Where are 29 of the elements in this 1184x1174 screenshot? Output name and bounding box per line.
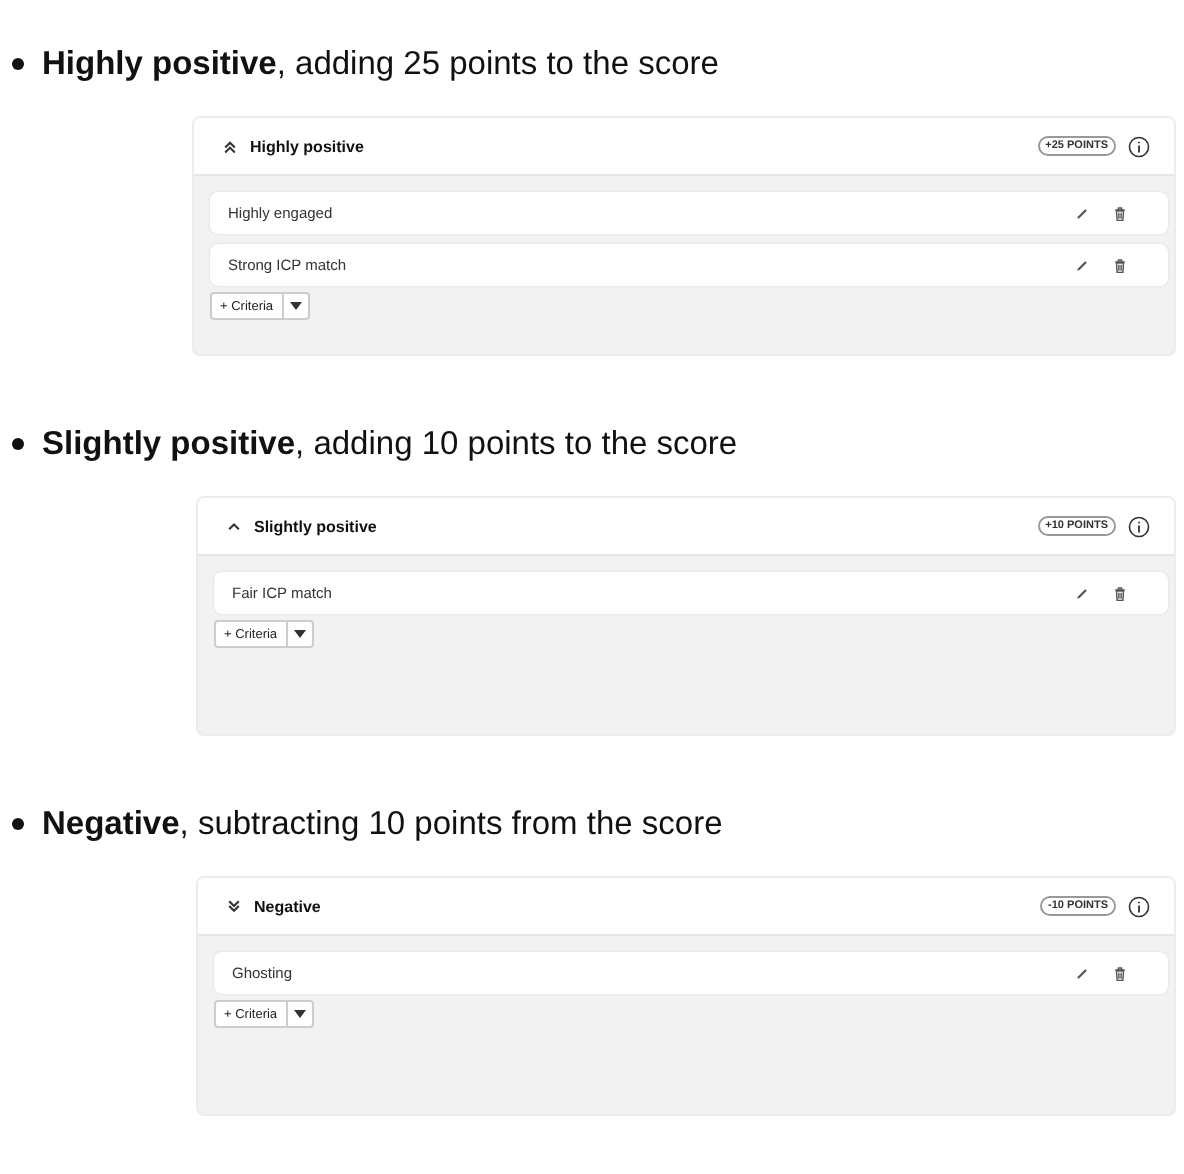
- bullet-icon: [12, 58, 24, 70]
- caret-icon: [293, 1010, 306, 1018]
- dropdown-button[interactable]: [287, 620, 314, 648]
- bullet-icon: [12, 438, 24, 450]
- edit-icon[interactable]: [1074, 585, 1090, 601]
- edit-icon[interactable]: [1074, 257, 1090, 273]
- section-heading: Slightly positive, adding 10 points to the score: [42, 425, 738, 463]
- info-icon[interactable]: [1128, 135, 1150, 157]
- edit-icon[interactable]: [1074, 965, 1090, 981]
- info-icon[interactable]: [1128, 895, 1150, 917]
- edit-icon[interactable]: [1074, 205, 1090, 221]
- dropdown-button[interactable]: [283, 292, 310, 320]
- card-title: Highly positive: [250, 137, 364, 155]
- bullet-icon: [12, 818, 24, 830]
- delete-icon[interactable]: [1112, 205, 1128, 221]
- section-heading: Negative, subtracting 10 points from the score: [42, 805, 723, 843]
- caret-icon: [293, 630, 306, 638]
- chevron-icon[interactable]: [222, 138, 238, 154]
- dropdown-button[interactable]: [287, 1000, 314, 1028]
- chevron-icon[interactable]: [226, 898, 242, 914]
- chevron-icon[interactable]: [226, 518, 242, 534]
- delete-icon[interactable]: [1112, 965, 1128, 981]
- card-title: Slightly positive: [254, 517, 377, 535]
- delete-icon[interactable]: [1112, 585, 1128, 601]
- info-icon[interactable]: [1128, 515, 1150, 537]
- section-heading: Highly positive, adding 25 points to the score: [42, 45, 719, 83]
- card-title: Negative: [254, 897, 321, 915]
- caret-icon: [289, 302, 302, 310]
- delete-icon[interactable]: [1112, 257, 1128, 273]
